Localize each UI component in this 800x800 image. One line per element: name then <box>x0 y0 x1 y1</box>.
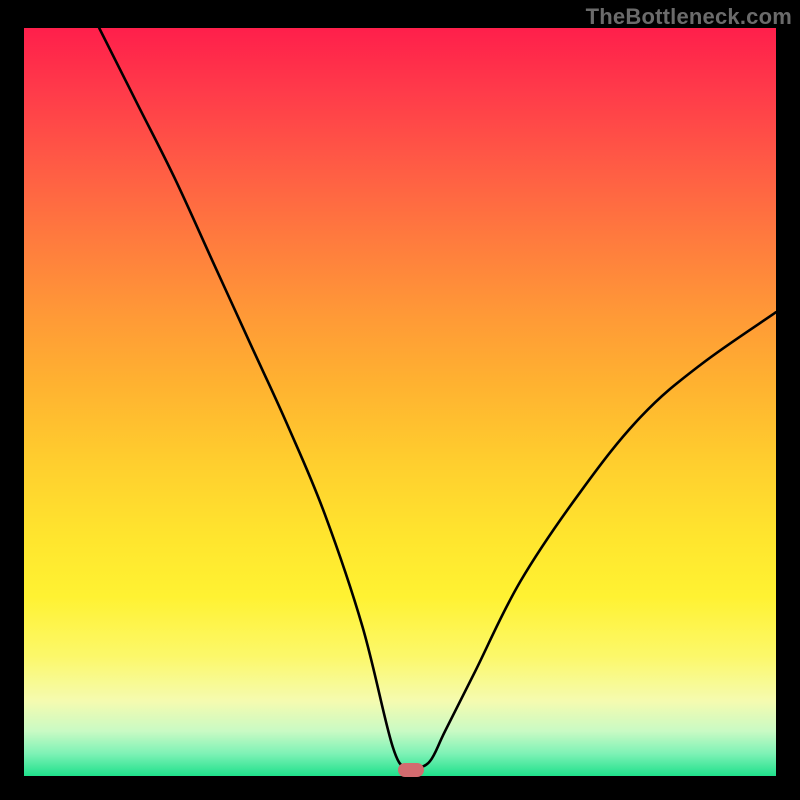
bottleneck-curve <box>24 28 776 776</box>
optimal-marker <box>398 763 424 777</box>
chart-frame: TheBottleneck.com <box>0 0 800 800</box>
plot-area <box>24 28 776 776</box>
curve-path <box>99 28 776 771</box>
watermark-label: TheBottleneck.com <box>586 4 792 30</box>
